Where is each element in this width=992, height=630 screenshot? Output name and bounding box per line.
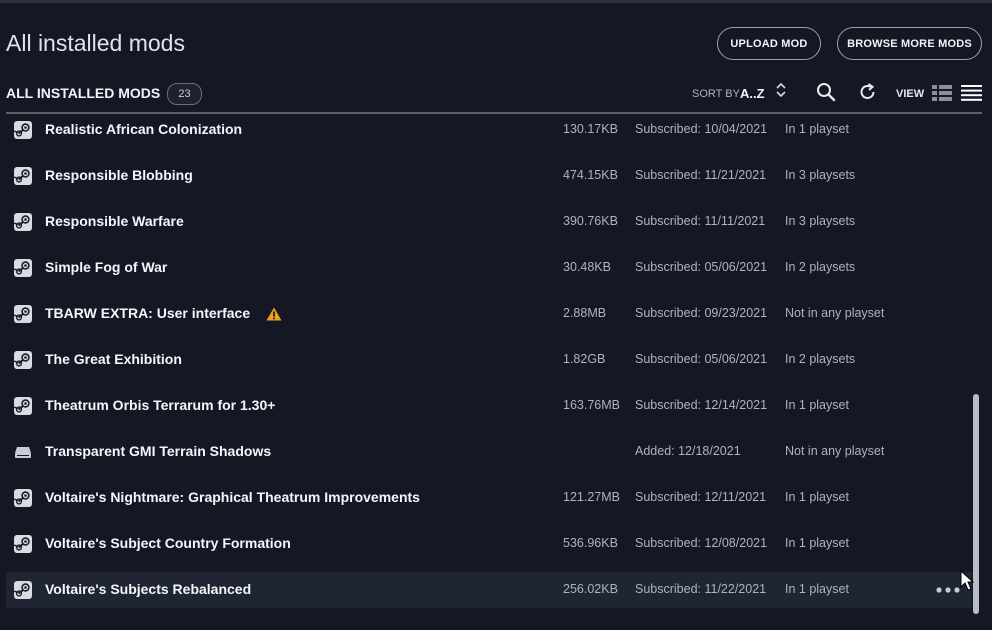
steam-icon (13, 167, 32, 185)
search-icon[interactable] (816, 82, 836, 102)
list-toolbar: ALL INSTALLED MODS 23 SORT BY A..Z VIEW (6, 80, 982, 114)
mod-playset-status: Not in any playset (785, 306, 885, 320)
mod-size: 1.82GB (563, 352, 606, 366)
page-title: All installed mods (6, 30, 185, 56)
mod-row[interactable]: Realistic African Colonization 130.17KB Su… (6, 115, 972, 148)
upload-mod-button[interactable]: UPLOAD MOD (717, 27, 821, 60)
mouse-cursor (960, 570, 974, 591)
mod-row[interactable]: Voltaire's Nightmare: Graphical Theatrum… (6, 480, 972, 516)
mod-size: 474.15KB (563, 168, 618, 182)
mod-date: Subscribed: 12/11/2021 (635, 490, 767, 504)
mod-date: Subscribed: 12/14/2021 (635, 398, 768, 412)
mod-date: Subscribed: 10/04/2021 (635, 122, 768, 136)
mod-count-badge: 23 (167, 83, 202, 105)
mod-playset-status: In 1 playset (785, 536, 849, 550)
more-options-icon[interactable] (935, 581, 961, 599)
mod-name: Simple Fog of War (45, 259, 168, 275)
mod-playset-status: In 1 playset (785, 582, 849, 596)
steam-icon (13, 351, 32, 369)
steam-icon (13, 535, 32, 553)
steam-icon (13, 259, 32, 277)
mod-row[interactable]: TBARW EXTRA: User interface 2.88MB Subscri… (6, 296, 972, 332)
mod-playset-status: Not in any playset (785, 444, 885, 458)
mod-size: 2.88MB (563, 306, 607, 320)
mod-row[interactable]: Transparent GMI Terrain Shadows Added: 12… (6, 434, 972, 470)
mod-playset-status: In 1 playset (785, 122, 849, 136)
mod-list: Realistic African Colonization 130.17KB Su… (6, 115, 972, 630)
sort-label: SORT BY (692, 88, 740, 100)
mod-row[interactable]: The Great Exhibition 1.82GB Subscribed: 05… (6, 342, 972, 378)
mod-row[interactable]: Voltaire's Subjects Rebalanced 256.02KB Su… (6, 572, 972, 608)
steam-icon (13, 305, 32, 323)
top-border (0, 0, 992, 3)
mod-name: Responsible Warfare (45, 213, 184, 229)
mod-name: Voltaire's Subject Country Formation (45, 535, 291, 551)
mod-date: Subscribed: 05/06/2021 (635, 352, 768, 366)
steam-icon (13, 489, 32, 507)
mod-name: The Great Exhibition (45, 351, 182, 367)
mod-size: 390.76KB (563, 214, 618, 228)
sort-toggle-icon[interactable] (774, 81, 788, 99)
mod-size: 536.96KB (563, 536, 618, 550)
mod-date: Added: 12/18/2021 (635, 444, 741, 458)
mod-row[interactable]: Responsible Warfare 390.76KB Subscribed: 1… (6, 204, 972, 240)
mod-playset-status: In 2 playsets (785, 352, 856, 366)
sort-value[interactable]: A..Z (740, 86, 765, 101)
section-title: ALL INSTALLED MODS (6, 85, 161, 101)
drive-icon (14, 443, 32, 461)
mod-size: 130.17KB (563, 122, 618, 136)
steam-icon (13, 397, 32, 415)
mod-size: 256.02KB (563, 582, 618, 596)
mod-date: Subscribed: 09/23/2021 (635, 306, 768, 320)
steam-icon (13, 581, 32, 599)
mod-playset-status: In 1 playset (785, 490, 849, 504)
mod-size: 163.76MB (563, 398, 620, 412)
mod-playset-status: In 1 playset (785, 398, 849, 412)
mod-row[interactable]: Theatrum Orbis Terrarum for 1.30+ 163.76M… (6, 388, 972, 424)
browse-more-mods-button[interactable]: BROWSE MORE MODS (837, 27, 982, 60)
mod-name: Responsible Blobbing (45, 167, 193, 183)
mod-size: 121.27MB (563, 490, 620, 504)
mod-date: Subscribed: 11/22/2021 (635, 582, 767, 596)
mod-playset-status: In 3 playsets (785, 214, 856, 228)
mod-size: 30.48KB (563, 260, 611, 274)
mod-name: Theatrum Orbis Terrarum for 1.30+ (45, 397, 276, 413)
refresh-icon[interactable] (858, 82, 878, 102)
mod-name: Realistic African Colonization (45, 121, 243, 137)
mod-name: Voltaire's Subjects Rebalanced (45, 581, 252, 597)
warning-icon[interactable] (266, 307, 282, 321)
mod-name: Transparent GMI Terrain Shadows (45, 443, 272, 459)
mod-name: Voltaire's Nightmare: Graphical Theatrum… (45, 489, 420, 505)
mod-playset-status: In 3 playsets (785, 168, 856, 182)
mod-row[interactable]: Responsible Blobbing 474.15KB Subscribed: … (6, 158, 972, 194)
mod-date: Subscribed: 11/21/2021 (635, 168, 767, 182)
mod-date: Subscribed: 11/11/2021 (635, 214, 766, 228)
mod-name: TBARW EXTRA: User interface (45, 305, 251, 321)
mod-date: Subscribed: 05/06/2021 (635, 260, 768, 274)
steam-icon (13, 121, 32, 139)
steam-icon (13, 213, 32, 231)
view-label: VIEW (896, 88, 925, 100)
compact-list-view-icon[interactable] (961, 85, 982, 101)
mod-playset-status: In 2 playsets (785, 260, 856, 274)
mod-row[interactable]: Simple Fog of War 30.48KB Subscribed: 05/0… (6, 250, 972, 286)
detailed-list-view-icon[interactable] (932, 85, 952, 101)
mod-date: Subscribed: 12/08/2021 (635, 536, 768, 550)
mod-row[interactable]: Voltaire's Subject Country Formation 536.… (6, 526, 972, 562)
